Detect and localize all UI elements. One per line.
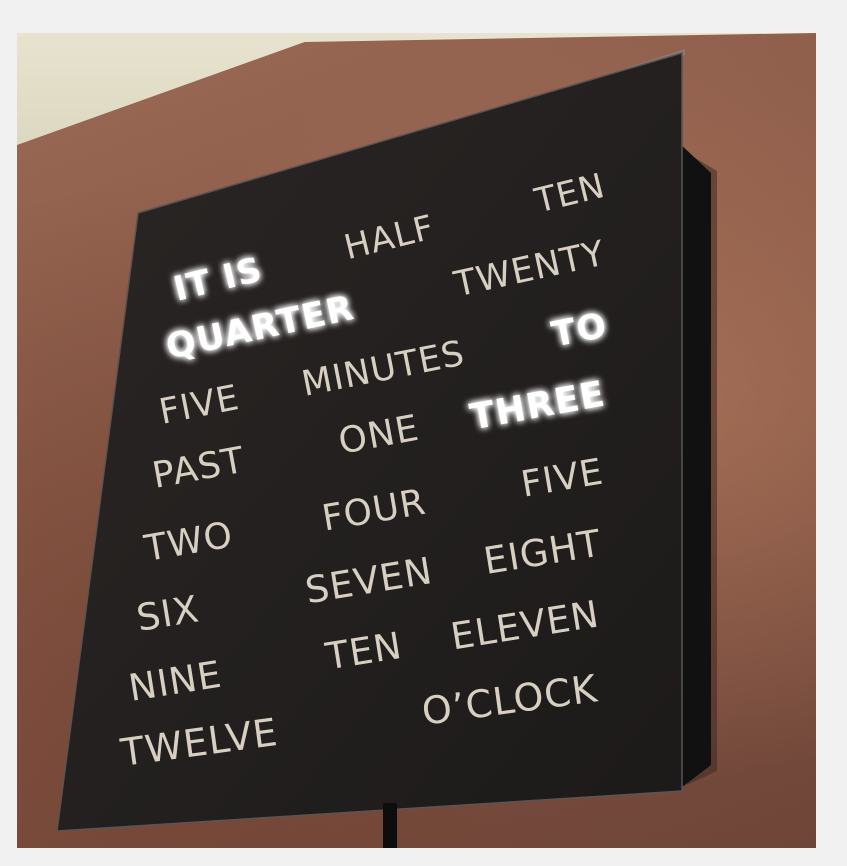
power-cable: [383, 803, 397, 848]
photo-frame: IT IS HALF TEN QUARTER TWENTY FIVE MINUTES TO PA…: [17, 33, 816, 848]
word-clock-illustration: IT ISHALFTENQUARTERTWENTYFIVEMINUTESTOPA…: [56, 49, 717, 848]
